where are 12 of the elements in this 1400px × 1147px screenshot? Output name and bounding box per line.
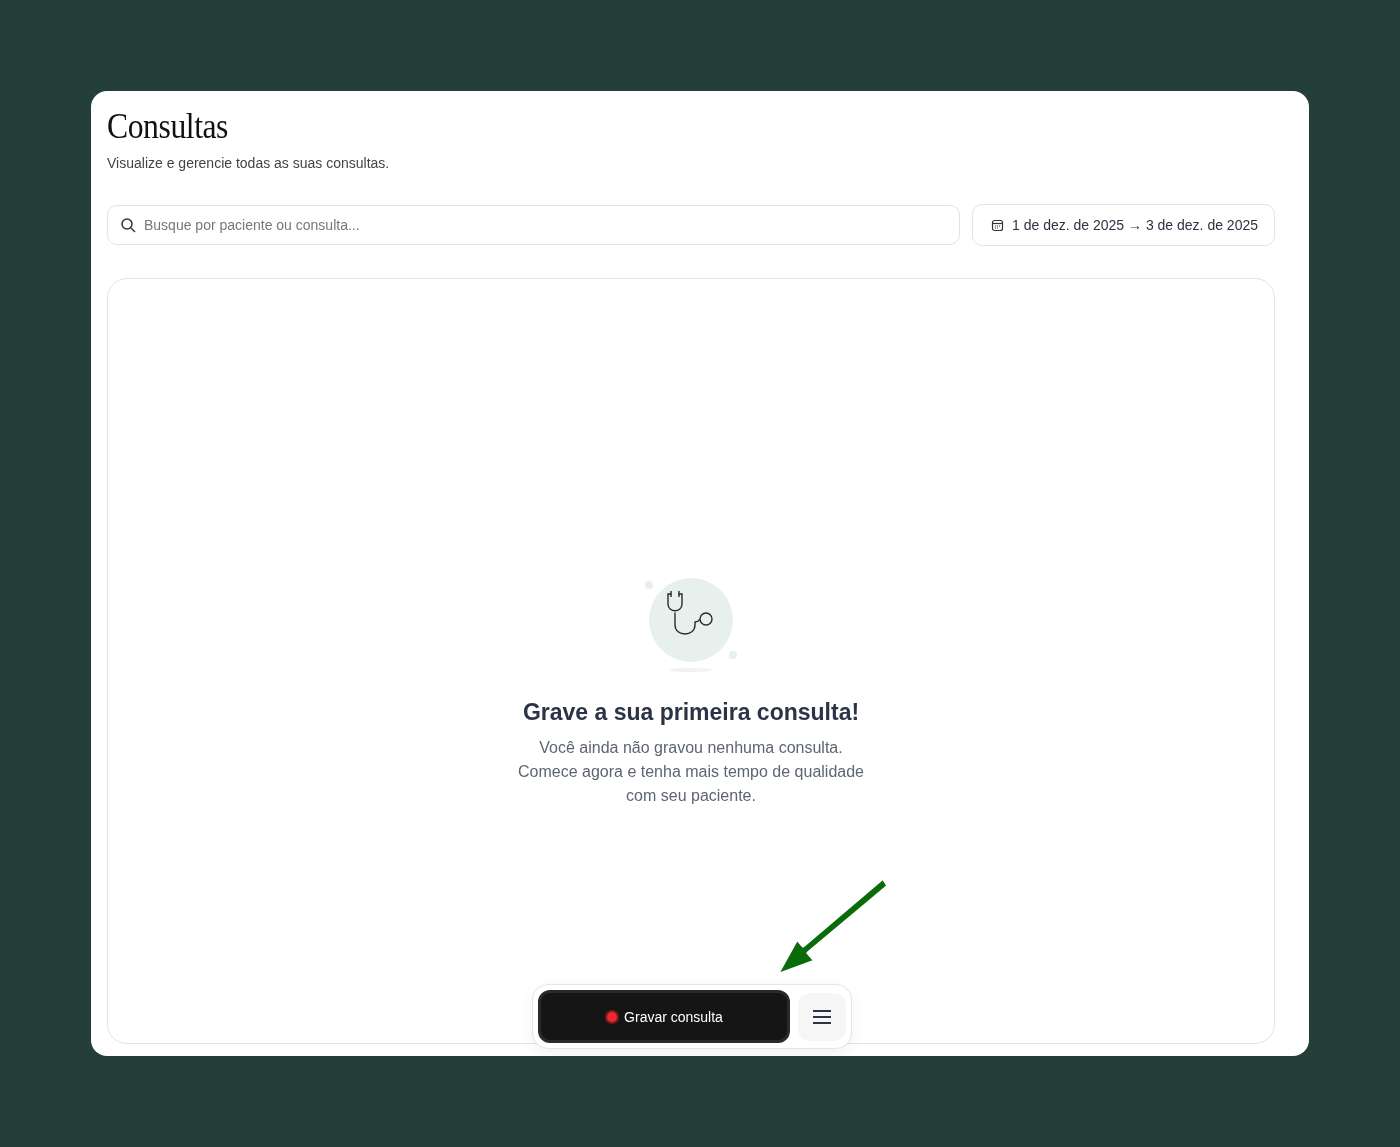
calendar-icon <box>991 218 1004 232</box>
date-range-button[interactable]: 1 de dez. de 2025 → 3 de dez. de 2025 <box>972 204 1275 246</box>
empty-state-title: Grave a sua primeira consulta! <box>522 698 860 726</box>
record-dot-icon <box>605 1009 620 1024</box>
page-subtitle: Visualize e gerencie todas as suas consultas. <box>107 155 391 171</box>
menu-icon <box>813 1009 831 1024</box>
search-field[interactable]: Busque por paciente ou consulta... <box>107 205 960 245</box>
empty-state-message: Você ainda não gravou nenhuma consulta. Comece agora e tenha mais tempo de qualidade com seu paciente. <box>517 737 865 806</box>
record-button[interactable]: Gravar consulta <box>538 990 790 1043</box>
search-icon <box>120 217 136 233</box>
menu-button[interactable] <box>798 992 846 1041</box>
page-title: Consultas <box>107 105 228 147</box>
